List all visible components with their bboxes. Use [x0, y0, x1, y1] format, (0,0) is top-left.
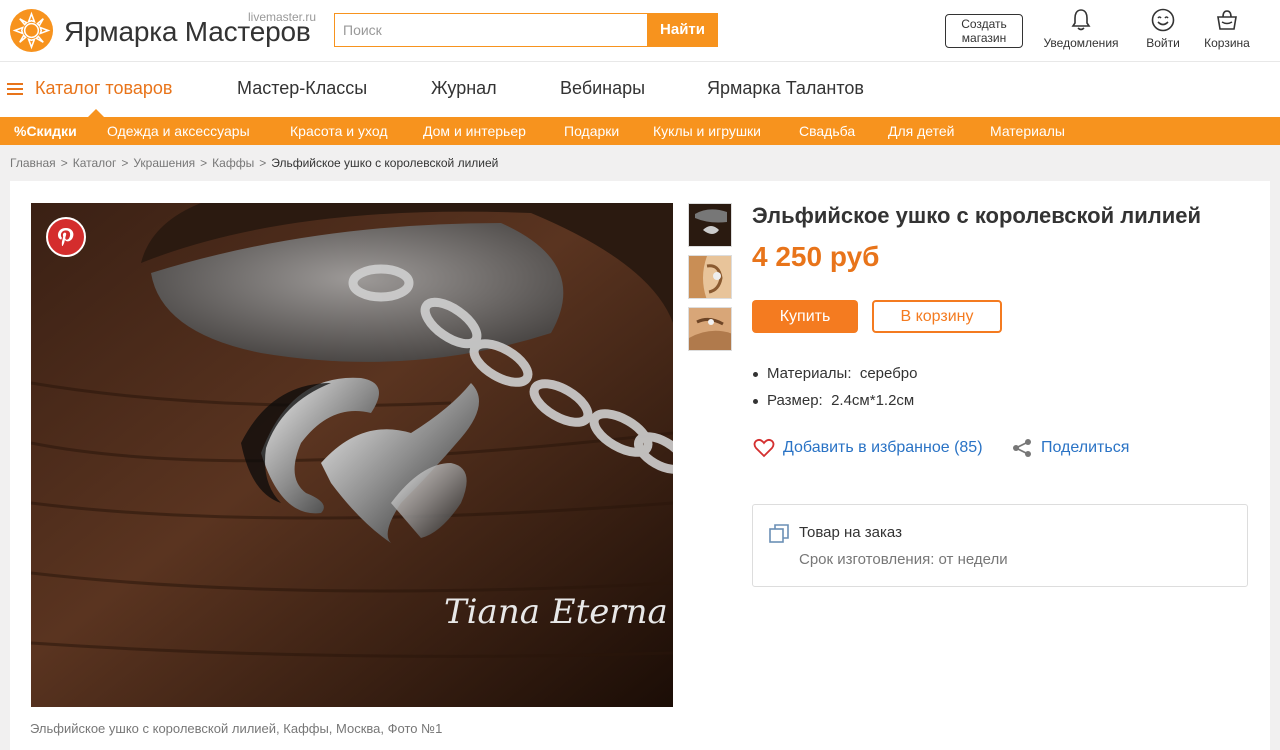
order-term: Срок изготовления: от недели: [799, 551, 1008, 568]
property-materials: Материалы: серебро: [750, 365, 917, 392]
product-price: 4 250 руб: [752, 241, 880, 272]
category-gifts[interactable]: Подарки: [564, 123, 619, 139]
add-to-cart-button[interactable]: В корзину: [872, 300, 1002, 333]
category-kids[interactable]: Для детей: [888, 123, 954, 139]
thumbnail-3-image: [689, 308, 731, 350]
photo-caption: Эльфийское ушко с королевской лилией, Ка…: [30, 721, 443, 736]
product-title: Эльфийское ушко с королевской лилией: [752, 203, 1202, 228]
breadcrumb-home[interactable]: Главная: [10, 156, 56, 170]
property-label: Размер:: [767, 392, 823, 409]
property-size: Размер: 2.4см*1.2см: [750, 392, 917, 419]
property-value: серебро: [859, 365, 918, 382]
login-label: Войти: [1146, 36, 1180, 50]
logo-domain: livemaster.ru: [248, 10, 317, 24]
order-title: Товар на заказ: [799, 524, 902, 541]
nav-active-caret: [88, 109, 104, 117]
property-label: Материалы:: [767, 365, 852, 382]
thumbnail-1[interactable]: [688, 203, 732, 247]
thumbnail-2[interactable]: [688, 255, 732, 299]
favorites-label: Добавить в избранное (85): [783, 439, 983, 456]
cart-link[interactable]: Корзина: [1182, 8, 1272, 50]
search-input[interactable]: [335, 14, 648, 46]
copy-icon: [769, 524, 789, 543]
create-shop-button[interactable]: Создать магазин: [945, 14, 1023, 48]
share-label: Поделиться: [1041, 439, 1130, 456]
property-value: 2.4см*1.2см: [831, 392, 915, 409]
site-header: Ярмарка Мастеров livemaster.ru Найти Соз…: [0, 0, 1280, 62]
product-properties: Материалы: серебро Размер: 2.4см*1.2см: [750, 365, 917, 419]
category-clothes[interactable]: Одежда и аксессуары: [107, 123, 250, 139]
photo-watermark: Tiana Eterna: [444, 592, 668, 632]
category-beauty[interactable]: Красота и уход: [290, 123, 388, 139]
logo-sun-icon[interactable]: [9, 8, 54, 53]
nav-journal[interactable]: Журнал: [431, 78, 497, 99]
pinterest-icon: [58, 228, 74, 246]
menu-icon[interactable]: [7, 83, 23, 95]
thumbnail-2-image: [689, 256, 731, 298]
breadcrumb-catalog[interactable]: Каталог: [73, 156, 117, 170]
product-photo-image: Tiana Eterna: [31, 203, 673, 707]
notifications-link[interactable]: Уведомления: [1036, 8, 1126, 50]
cart-label: Корзина: [1204, 36, 1250, 50]
add-to-favorites[interactable]: Добавить в избранное (85): [753, 438, 983, 458]
nav-webinars[interactable]: Вебинары: [560, 78, 645, 99]
breadcrumb-cuffs[interactable]: Каффы: [212, 156, 254, 170]
thumbnail-1-image: [689, 204, 731, 246]
buy-button[interactable]: Купить: [752, 300, 858, 333]
category-bar: %Скидки Одежда и аксессуары Красота и ух…: [0, 117, 1280, 145]
heart-icon: [753, 438, 775, 458]
nav-masterclasses[interactable]: Мастер-Классы: [237, 78, 367, 99]
search-button[interactable]: Найти: [647, 13, 718, 47]
thumbnail-3[interactable]: [688, 307, 732, 351]
product-photo[interactable]: Tiana Eterna: [31, 203, 673, 707]
breadcrumb-current: Эльфийское ушко с королевской лилией: [271, 156, 499, 170]
nav-catalog[interactable]: Каталог товаров: [35, 78, 172, 99]
share-link[interactable]: Поделиться: [1011, 438, 1129, 458]
product-card: Tiana Eterna Эльфийское ушко с королевск…: [10, 181, 1270, 750]
search-field: [334, 13, 648, 47]
category-dolls[interactable]: Куклы и игрушки: [653, 123, 761, 139]
share-icon: [1013, 439, 1031, 457]
category-home[interactable]: Дом и интерьер: [423, 123, 526, 139]
breadcrumb: Главная > Каталог > Украшения > Каффы > Эльфийск…: [10, 156, 499, 170]
nav-talents[interactable]: Ярмарка Талантов: [707, 78, 864, 99]
category-sale[interactable]: %Скидки: [14, 123, 77, 139]
bag-icon: [1217, 10, 1237, 30]
notifications-label: Уведомления: [1043, 36, 1119, 50]
main-navigation: Каталог товаров Мастер-Классы Журнал Веб…: [0, 62, 1280, 117]
pinterest-button[interactable]: [46, 217, 86, 257]
smile-icon: [1151, 8, 1175, 32]
made-to-order-box: Товар на заказ Срок изготовления: от нед…: [752, 504, 1248, 587]
category-materials[interactable]: Материалы: [990, 123, 1065, 139]
category-wedding[interactable]: Свадьба: [799, 123, 855, 139]
bell-icon: [1071, 9, 1091, 31]
breadcrumb-jewelry[interactable]: Украшения: [133, 156, 195, 170]
